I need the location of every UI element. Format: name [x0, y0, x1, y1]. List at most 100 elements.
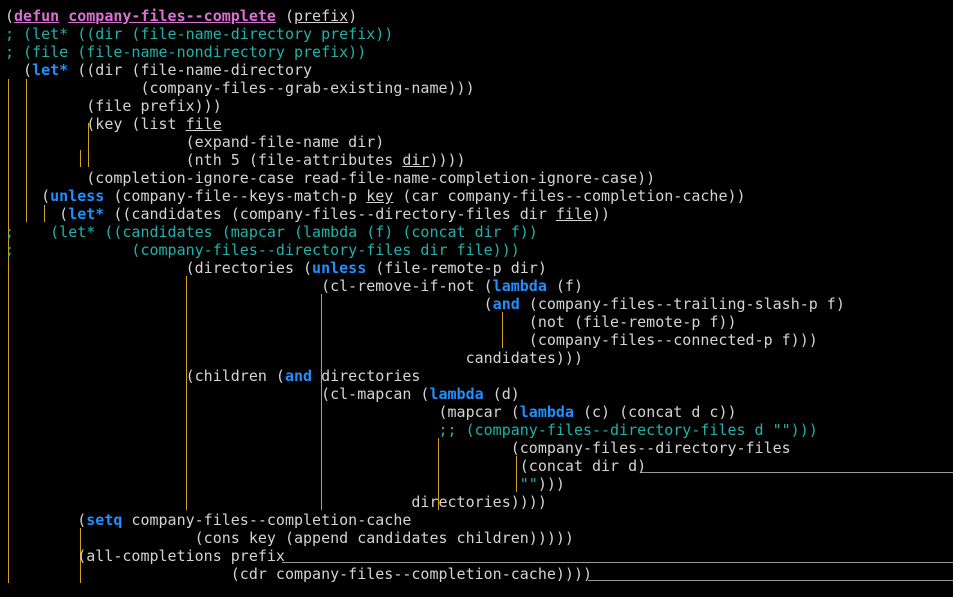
code-token: (not (file-remote-p f))	[5, 313, 737, 331]
code-line: (company-files--directory-files	[5, 439, 791, 457]
code-token: (file prefix)))	[5, 97, 222, 115]
code-token: (	[5, 205, 69, 223]
code-token: company-files--completion-cache	[122, 511, 412, 529]
code-token: (nth 5 (file-attributes	[5, 151, 403, 169]
code-token: (	[5, 295, 493, 313]
code-token: let*	[68, 205, 105, 223]
code-line: (cdr company-files--completion-cache))))	[5, 565, 592, 583]
code-token: (key (list	[5, 115, 186, 133]
code-token: ;; (company-files--directory-files d "")…	[5, 421, 818, 439]
code-token: (directories (	[5, 259, 313, 277]
code-token: (cl-remove-if-not (	[5, 277, 493, 295]
code-token: (	[5, 187, 51, 205]
code-token: file	[555, 205, 593, 223]
code-line: (key (list file	[5, 115, 222, 133]
code-line: (unless (company-file--keys-match-p key …	[5, 187, 746, 205]
code-token: (completion-ignore-case read-file-name-c…	[5, 169, 656, 187]
code-token: ""	[519, 475, 538, 493]
code-line: directories))))	[5, 493, 547, 511]
code-token: (d)	[483, 385, 520, 403]
code-token: lambda	[492, 277, 547, 295]
fill-column-line	[588, 580, 953, 581]
code-token: (cl-mapcan (	[5, 385, 430, 403]
code-token: (	[5, 7, 15, 25]
code-line: candidates)))	[5, 349, 583, 367]
code-line: (company-files--grab-existing-name)))	[5, 79, 475, 97]
code-token: lambda	[429, 385, 484, 403]
code-token: let*	[32, 61, 69, 79]
code-line: (directories (unless (file-remote-p dir)	[5, 259, 547, 277]
code-line: (concat dir d)	[5, 457, 646, 475]
code-line: (cl-mapcan (lambda (d)	[5, 385, 520, 403]
code-token: candidates)))	[5, 349, 583, 367]
code-editor[interactable]: (defun company-files--complete (prefix);…	[0, 0, 953, 597]
code-token: ; (file (file-name-nondirectory prefix))	[5, 43, 367, 61]
code-line: (company-files--connected-p f)))	[5, 331, 818, 349]
code-token: directories))))	[5, 493, 547, 511]
code-token: ((dir (file-name-directory	[68, 61, 313, 79]
code-line: (let* ((candidates (company-files--direc…	[5, 205, 610, 223]
code-token: (file-remote-p dir)	[366, 259, 547, 277]
code-line: ;; (company-files--directory-files d "")…	[5, 421, 818, 439]
code-token: directories	[312, 367, 421, 385]
code-token: (f)	[546, 277, 583, 295]
code-token: and	[492, 295, 520, 313]
code-token: (	[275, 7, 294, 25]
code-token: (cdr company-files--completion-cache))))	[5, 565, 592, 583]
code-token: (company-files--trailing-slash-p f)	[519, 295, 845, 313]
code-token: and	[284, 367, 313, 385]
code-token: (cons key (append candidates children)))…	[5, 529, 574, 547]
code-token: (company-file--keys-match-p	[104, 187, 367, 205]
code-line: (mapcar (lambda (c) (concat d c))	[5, 403, 737, 421]
code-line: (cons key (append candidates children)))…	[5, 529, 574, 547]
code-line: (let* ((dir (file-name-directory	[5, 61, 312, 79]
code-token: (company-files--directory-files	[5, 439, 791, 457]
code-line: (cl-remove-if-not (lambda (f)	[5, 277, 583, 295]
code-token: )	[348, 7, 358, 25]
code-line: (nth 5 (file-attributes dir))))	[5, 151, 466, 169]
code-line: ; (file (file-name-nondirectory prefix))	[5, 43, 366, 61]
code-token: (	[5, 511, 87, 529]
code-token: (all-completions prefix	[5, 547, 285, 565]
code-line: ; (company-files--directory-files dir fi…	[5, 241, 520, 259]
fill-column-line	[282, 562, 953, 563]
code-token: dir	[402, 151, 430, 169]
code-line: (expand-file-name dir)	[5, 133, 385, 151]
code-line: (children (and directories	[5, 367, 421, 385]
code-token: )))	[537, 475, 565, 493]
code-token: (	[5, 61, 33, 79]
code-line: ; (let* ((dir (file-name-directory prefi…	[5, 25, 393, 43]
code-token: (concat dir d)	[5, 457, 647, 475]
code-token: ))	[592, 205, 611, 223]
code-token: setq	[86, 511, 123, 529]
code-token: key	[366, 187, 394, 205]
code-token: (company-files--connected-p f)))	[5, 331, 818, 349]
code-line: (completion-ignore-case read-file-name-c…	[5, 169, 655, 187]
code-token: ))))	[429, 151, 466, 169]
code-token: (children (	[5, 367, 285, 385]
code-token: (mapcar (	[5, 403, 520, 421]
code-token: ; (let* ((dir (file-name-directory prefi…	[5, 25, 394, 43]
code-token: unless	[50, 187, 105, 205]
code-line: "")))	[5, 475, 565, 493]
code-token: defun	[14, 7, 60, 25]
code-token: lambda	[519, 403, 574, 421]
code-token: (company-files--grab-existing-name)))	[5, 79, 475, 97]
code-token: (car company-files--completion-cache))	[393, 187, 746, 205]
code-token: prefix	[294, 7, 349, 25]
code-token: file	[185, 115, 222, 133]
code-line: ; (let* ((candidates (mapcar (lambda (f)…	[5, 223, 538, 241]
code-token: ((candidates (company-files--directory-f…	[104, 205, 556, 223]
code-line: (file prefix)))	[5, 97, 222, 115]
code-line: (all-completions prefix	[5, 547, 285, 565]
fill-column-line	[641, 472, 953, 473]
code-line: (setq company-files--completion-cache	[5, 511, 411, 529]
code-token: ; (let* ((candidates (mapcar (lambda (f)…	[5, 223, 538, 241]
code-token: unless	[312, 259, 367, 277]
code-token: company-files--complete	[68, 7, 276, 25]
code-token: (c) (concat d c))	[573, 403, 737, 421]
code-token: (expand-file-name dir)	[5, 133, 385, 151]
code-line: (defun company-files--complete (prefix)	[5, 7, 357, 25]
code-line: (and (company-files--trailing-slash-p f)	[5, 295, 845, 313]
